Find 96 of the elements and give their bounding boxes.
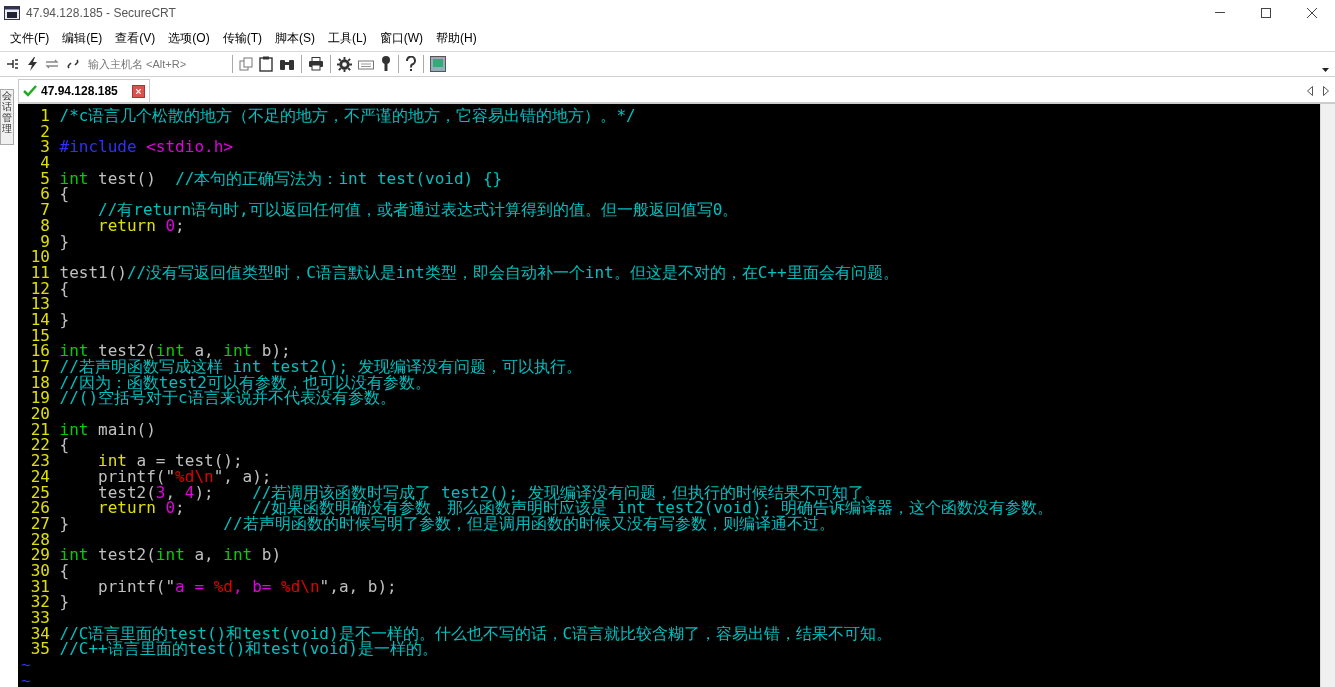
close-icon — [1307, 7, 1317, 18]
line-number: 27 — [29, 515, 50, 532]
screen-icon[interactable] — [430, 56, 446, 72]
line-number: 7 — [39, 202, 50, 218]
line-number: 20 — [29, 406, 50, 422]
scroll-right-icon[interactable] — [1323, 86, 1329, 96]
tab-close-icon[interactable] — [131, 84, 145, 98]
code-line: //若声明函数写成这样 int test2(); 发现编译没有问题，可以执行。 — [59, 359, 582, 375]
help-icon[interactable] — [405, 56, 417, 72]
line-number: 5 — [39, 170, 50, 187]
code-line: #include <stdio.h> — [59, 139, 233, 156]
line-number: 4 — [39, 155, 50, 171]
session-tab[interactable]: 47.94.128.185 — [18, 79, 150, 102]
line-number: 30 — [29, 562, 50, 579]
line-number: 21 — [29, 421, 50, 438]
settings-icon[interactable] — [337, 56, 352, 72]
clipboard-icon[interactable] — [259, 56, 273, 72]
line-number: 9 — [40, 233, 50, 250]
code-line: { — [59, 437, 70, 454]
link-icon[interactable] — [66, 57, 80, 71]
code-line: int a = test(); — [97, 453, 243, 469]
code-line: //有return语句时,可以返回任何值，或者通过表达式计算得到的值。但一般返回值写0。 — [97, 202, 739, 218]
menu-item[interactable]: 编辑(E) — [56, 27, 109, 49]
code-line: test1()//没有写返回值类型时，C语言默认是int类型，即会自动补一个int。但这是不对的，在C++里面会有问题。 — [59, 264, 899, 281]
menu-item[interactable]: 脚本(S) — [269, 27, 321, 49]
code-line: //因为：函数test2可以有参数，也可以没有参数。 — [59, 374, 431, 391]
code-line: { — [59, 186, 70, 203]
code-line: printf("%d\n", a); — [97, 468, 272, 485]
maximize-icon — [1261, 7, 1271, 18]
code-line: int test2(int a, int b) — [59, 547, 282, 563]
code-line: /*c语言几个松散的地方（不足的地方，不严谨的地方，它容易出错的地方）。*/ — [59, 108, 636, 124]
line-number: 10 — [29, 249, 50, 265]
menu-item[interactable]: 传输(T) — [216, 27, 268, 49]
minimize-icon — [1215, 12, 1225, 13]
line-number: 17 — [29, 359, 50, 375]
menu-item[interactable]: 文件(F) — [4, 27, 56, 49]
code-line: return 0; //如果函数明确没有参数，那么函数声明时应该是 int test2(void); 明确告诉编译器，这个函数没有参数。 — [97, 500, 1053, 516]
code-line: } //若声明函数的时候写明了参数，但是调用函数的时候又没有写参数，则编译通不过。 — [59, 515, 835, 532]
code-line: } — [59, 594, 70, 610]
line-number: 6 — [39, 186, 50, 203]
line-number: 24 — [29, 468, 50, 485]
line-number: 34 — [29, 625, 50, 642]
line-number: 18 — [29, 374, 50, 391]
scroll-left-icon[interactable] — [1307, 86, 1313, 96]
quick-connect-field[interactable]: 输入主机名 <Alt+R> — [86, 55, 226, 73]
print-icon[interactable] — [308, 57, 324, 71]
line-number: 3 — [39, 139, 50, 156]
keyboard-icon[interactable] — [358, 58, 374, 70]
reconnect-icon[interactable] — [44, 57, 60, 71]
menu-item[interactable]: 工具(L) — [322, 27, 373, 49]
code-line: printf("a = %d, b= %d\n",a, b); — [97, 578, 397, 595]
code-line: return 0; — [97, 217, 185, 234]
line-number: 28 — [29, 531, 50, 548]
line-number: 25 — [29, 484, 50, 501]
line-number: 2 — [39, 123, 50, 140]
line-number: 22 — [29, 437, 50, 454]
line-number: 26 — [29, 500, 50, 516]
scrollbar[interactable] — [1320, 104, 1335, 687]
code-line: //()空括号对于c语言来说并不代表没有参数。 — [59, 390, 396, 407]
line-number: 15 — [29, 327, 50, 344]
line-number: 16 — [29, 343, 50, 359]
menu-item[interactable]: 查看(V) — [109, 27, 162, 49]
line-number: 35 — [29, 641, 50, 658]
binoculars-icon[interactable] — [279, 57, 295, 71]
code-line: } — [59, 311, 70, 328]
line-number: 31 — [29, 578, 50, 595]
line-number: 11 — [29, 264, 50, 281]
code-line: } — [59, 233, 70, 250]
menu-item[interactable]: 窗口(W) — [373, 27, 429, 49]
line-number: 13 — [29, 296, 50, 312]
code-line: int test2(int a, int b); — [59, 343, 291, 359]
line-number: 8 — [39, 217, 50, 234]
app-icon — [4, 5, 20, 20]
dropdown-icon[interactable] — [1322, 68, 1329, 72]
code-line: int main() — [59, 421, 156, 438]
key-icon[interactable] — [380, 56, 392, 72]
line-number: 23 — [29, 453, 50, 469]
code-line: { — [59, 562, 70, 579]
line-number: 32 — [29, 594, 50, 610]
code-line: { — [59, 280, 70, 297]
session-manager-tab[interactable]: 会话管理 — [0, 89, 14, 145]
code-line: test2(3, 4); //若调用该函数时写成了 test2(); 发现编译没有问题，但执行的时候结果不可知了。 — [97, 484, 880, 501]
line-number: 1 — [39, 108, 50, 124]
connect-icon[interactable] — [6, 57, 20, 71]
line-number: 29 — [29, 547, 50, 563]
line-number: 14 — [29, 311, 50, 328]
copy-icon[interactable] — [239, 57, 253, 71]
line-number: 33 — [29, 610, 50, 626]
code-line: int test() //本句的正确写法为：int test(void) {} — [59, 170, 503, 187]
line-number: 19 — [29, 390, 50, 407]
menu-item[interactable]: 选项(O) — [162, 27, 216, 49]
menu-item[interactable]: 帮助(H) — [430, 27, 483, 49]
code-line: //C++语言里面的test()和test(void)是一样的。 — [59, 641, 438, 658]
window-title: 47.94.128.185 - SecureCRT — [26, 4, 176, 22]
lightning-icon[interactable] — [26, 57, 38, 71]
line-number: 12 — [29, 280, 50, 297]
